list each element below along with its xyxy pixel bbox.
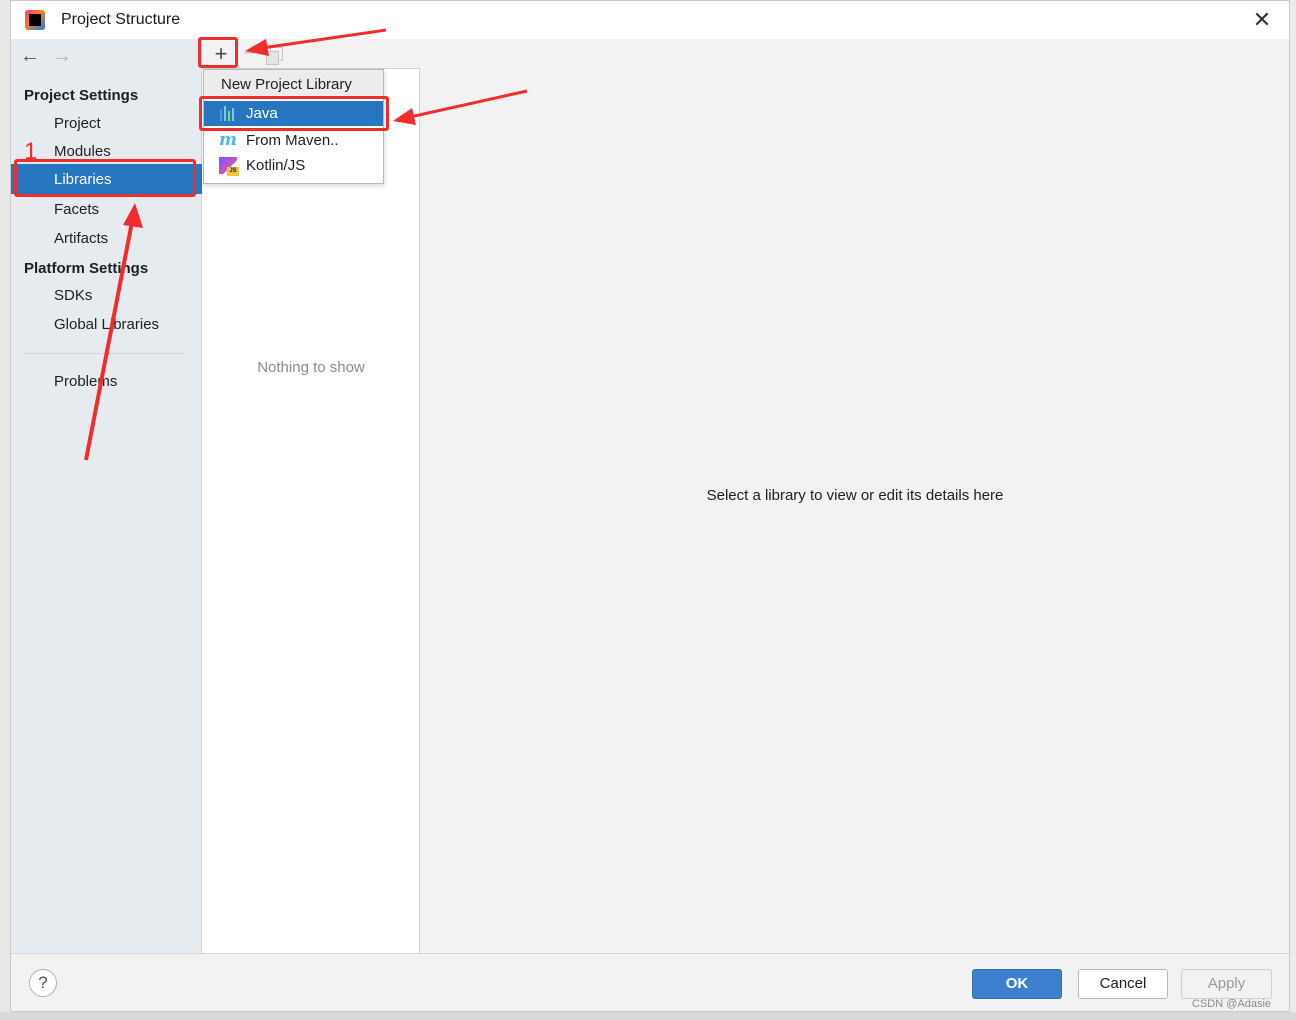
- annotation-box-add: [198, 37, 238, 68]
- csdn-watermark: CSDN @Adasie: [1192, 998, 1272, 1010]
- background-ide-bottom-edge: [0, 1012, 1296, 1020]
- empty-list-text: Nothing to show: [257, 359, 365, 376]
- details-placeholder-text: Select a library to view or edit its det…: [706, 487, 1004, 504]
- annotation-box-java: [199, 96, 389, 131]
- ok-button[interactable]: OK: [972, 969, 1062, 999]
- sidebar-item-sdks[interactable]: SDKs: [54, 287, 92, 304]
- forward-arrow-icon[interactable]: →: [51, 45, 73, 67]
- kotlin-js-icon: JS: [219, 157, 239, 176]
- title-bar[interactable]: Project Structure ✕: [11, 1, 1289, 39]
- sidebar-item-modules[interactable]: Modules: [54, 143, 111, 160]
- sidebar-item-global-libraries[interactable]: Global Libraries: [54, 316, 159, 333]
- library-list[interactable]: Nothing to show: [202, 69, 420, 953]
- popup-item-maven-label: From Maven..: [246, 132, 339, 149]
- maven-icon: m: [219, 130, 237, 150]
- close-button[interactable]: ✕: [1247, 5, 1277, 35]
- help-button[interactable]: ?: [29, 969, 57, 997]
- popup-title: New Project Library: [221, 76, 352, 93]
- back-arrow-icon[interactable]: ←: [19, 45, 41, 67]
- dialog-footer: ? OK Cancel Apply: [11, 953, 1289, 1011]
- remove-icon[interactable]: −: [240, 41, 260, 67]
- kotlin-js-badge: JS: [227, 167, 239, 176]
- popup-item-kotlin-label: Kotlin/JS: [246, 157, 306, 174]
- popup-item-kotlin-js[interactable]: JS Kotlin/JS: [204, 153, 383, 178]
- sidebar-item-artifacts[interactable]: Artifacts: [54, 230, 108, 247]
- copy-icon[interactable]: [266, 47, 283, 65]
- popup-header: New Project Library: [204, 70, 383, 98]
- sidebar-item-problems[interactable]: Problems: [54, 373, 117, 390]
- project-settings-header: Project Settings: [24, 87, 139, 104]
- window-title: Project Structure: [61, 11, 181, 28]
- annotation-box-libraries: [14, 159, 196, 197]
- background-ide-left-edge: [0, 0, 10, 1020]
- apply-button[interactable]: Apply: [1181, 969, 1272, 999]
- sidebar-item-project[interactable]: Project: [54, 115, 101, 132]
- platform-settings-header: Platform Settings: [24, 260, 149, 277]
- library-details-pane: Select a library to view or edit its det…: [421, 39, 1289, 953]
- sidebar-item-facets[interactable]: Facets: [54, 201, 99, 218]
- annotation-step-number: 1: [24, 138, 38, 165]
- project-structure-dialog: Project Structure ✕ ← → Project Settings…: [10, 0, 1290, 1012]
- intellij-app-icon: [25, 10, 45, 30]
- cancel-button[interactable]: Cancel: [1078, 969, 1168, 999]
- popup-item-from-maven[interactable]: m From Maven..: [204, 128, 383, 153]
- sidebar-divider: [24, 353, 184, 354]
